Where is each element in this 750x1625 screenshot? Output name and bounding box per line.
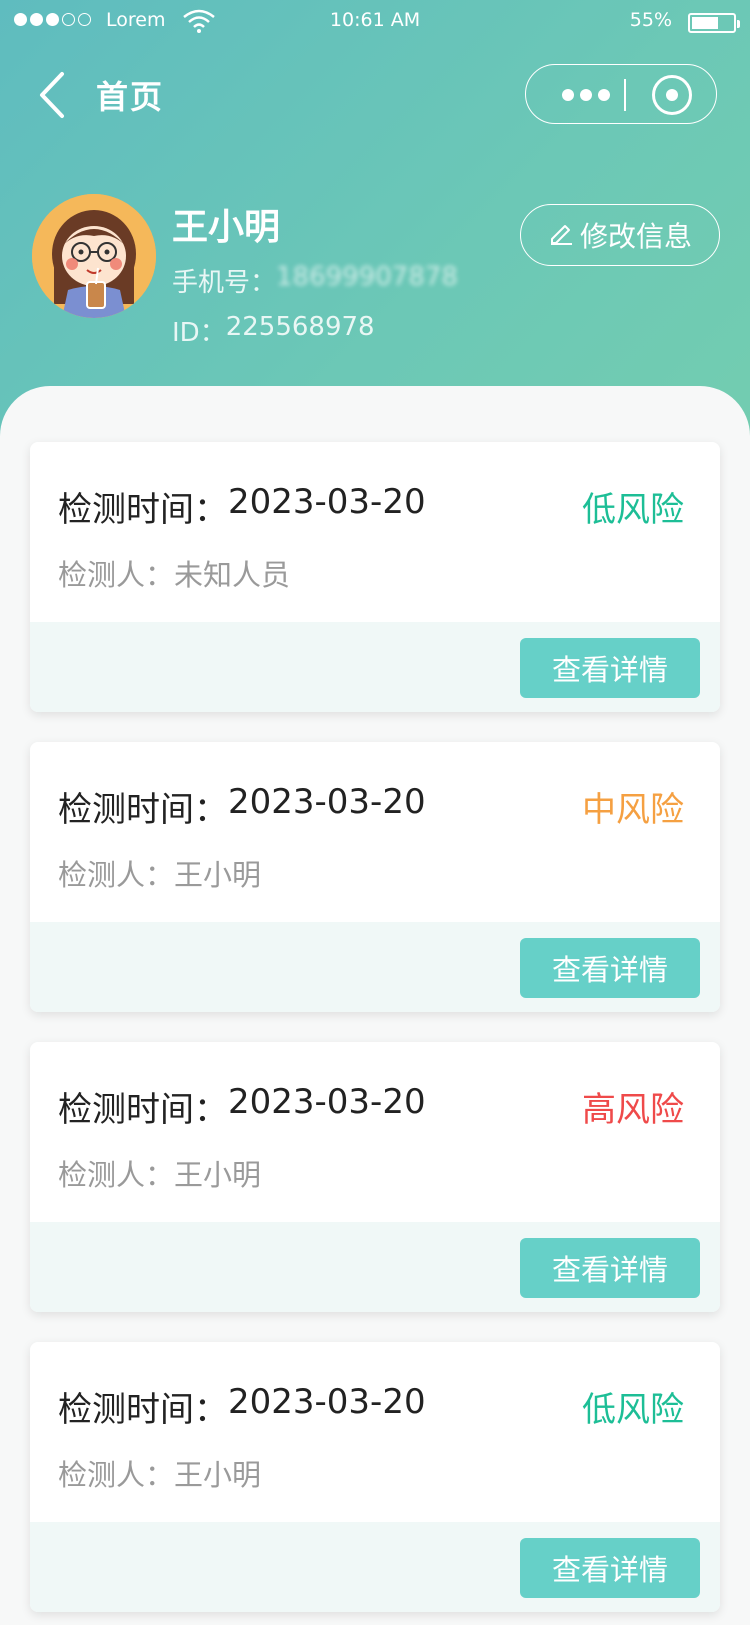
- time-label: 检测时间：: [58, 1390, 228, 1430]
- person-label: 检测人：: [58, 1458, 175, 1492]
- view-details-button[interactable]: 查看详情: [520, 938, 700, 998]
- risk-level: 低风险: [582, 490, 684, 530]
- person-label: 检测人：: [58, 558, 175, 592]
- time-value: 2023-03-20: [228, 482, 426, 522]
- battery-percent: 55%: [629, 9, 672, 31]
- status-bar: Lorem 10:61 AM 55%: [0, 0, 750, 44]
- avatar: [32, 194, 156, 318]
- person-label: 检测人：: [58, 858, 175, 892]
- person-value: 未知人员: [174, 558, 291, 592]
- record-time: 检测时间： 2023-03-20: [58, 482, 426, 531]
- record-card: 检测时间： 2023-03-20 低风险 检测人： 王小明 查看详情: [30, 1342, 720, 1612]
- card-footer: 查看详情: [30, 1222, 720, 1312]
- edit-info-button[interactable]: 修改信息: [520, 204, 720, 266]
- view-details-button[interactable]: 查看详情: [520, 638, 700, 698]
- time-label: 检测时间：: [58, 490, 228, 530]
- record-person: 检测人： 王小明: [58, 1452, 261, 1494]
- person-value: 王小明: [174, 1458, 262, 1492]
- user-id: ID： 225568978: [172, 312, 375, 349]
- time-label: 检测时间：: [58, 790, 228, 830]
- id-value: 225568978: [225, 312, 375, 342]
- card-footer: 查看详情: [30, 1522, 720, 1612]
- record-time: 检测时间： 2023-03-20: [58, 782, 426, 831]
- time-value: 2023-03-20: [228, 1382, 426, 1422]
- person-label: 检测人：: [58, 1158, 175, 1192]
- target-icon[interactable]: [652, 75, 692, 115]
- record-person: 检测人： 未知人员: [58, 552, 290, 594]
- more-dots-icon[interactable]: [551, 82, 621, 108]
- back-arrow-icon[interactable]: [36, 68, 76, 122]
- battery-icon: [688, 13, 740, 33]
- user-name: 王小明: [172, 207, 281, 248]
- capsule-divider: [624, 79, 626, 111]
- phone-value: 18699907878: [276, 262, 458, 292]
- record-time: 检测时间： 2023-03-20: [58, 1382, 426, 1431]
- phone-label: 手机号：: [172, 268, 277, 298]
- id-label: ID：: [172, 318, 226, 348]
- view-details-button[interactable]: 查看详情: [520, 1538, 700, 1598]
- time-value: 2023-03-20: [228, 1082, 426, 1122]
- card-footer: 查看详情: [30, 922, 720, 1012]
- time-label: 检测时间：: [58, 1090, 228, 1130]
- risk-level: 低风险: [582, 1390, 684, 1430]
- time-value: 2023-03-20: [228, 782, 426, 822]
- person-value: 王小明: [174, 1158, 262, 1192]
- page-title: 首页: [96, 78, 165, 116]
- user-phone: 手机号： 18699907878: [172, 262, 458, 299]
- risk-level: 中风险: [582, 790, 684, 830]
- edit-pen-icon: [548, 219, 574, 252]
- record-person: 检测人： 王小明: [58, 1152, 261, 1194]
- record-card: 检测时间： 2023-03-20 低风险 检测人： 未知人员 查看详情: [30, 442, 720, 712]
- mini-program-capsule: [525, 64, 717, 124]
- record-card: 检测时间： 2023-03-20 中风险 检测人： 王小明 查看详情: [30, 742, 720, 1012]
- record-person: 检测人： 王小明: [58, 852, 261, 894]
- risk-level: 高风险: [582, 1090, 684, 1130]
- card-footer: 查看详情: [30, 622, 720, 712]
- record-card: 检测时间： 2023-03-20 高风险 检测人： 王小明 查看详情: [30, 1042, 720, 1312]
- edit-info-label: 修改信息: [579, 220, 692, 253]
- person-value: 王小明: [174, 858, 262, 892]
- view-details-button[interactable]: 查看详情: [520, 1238, 700, 1298]
- record-time: 检测时间： 2023-03-20: [58, 1082, 426, 1131]
